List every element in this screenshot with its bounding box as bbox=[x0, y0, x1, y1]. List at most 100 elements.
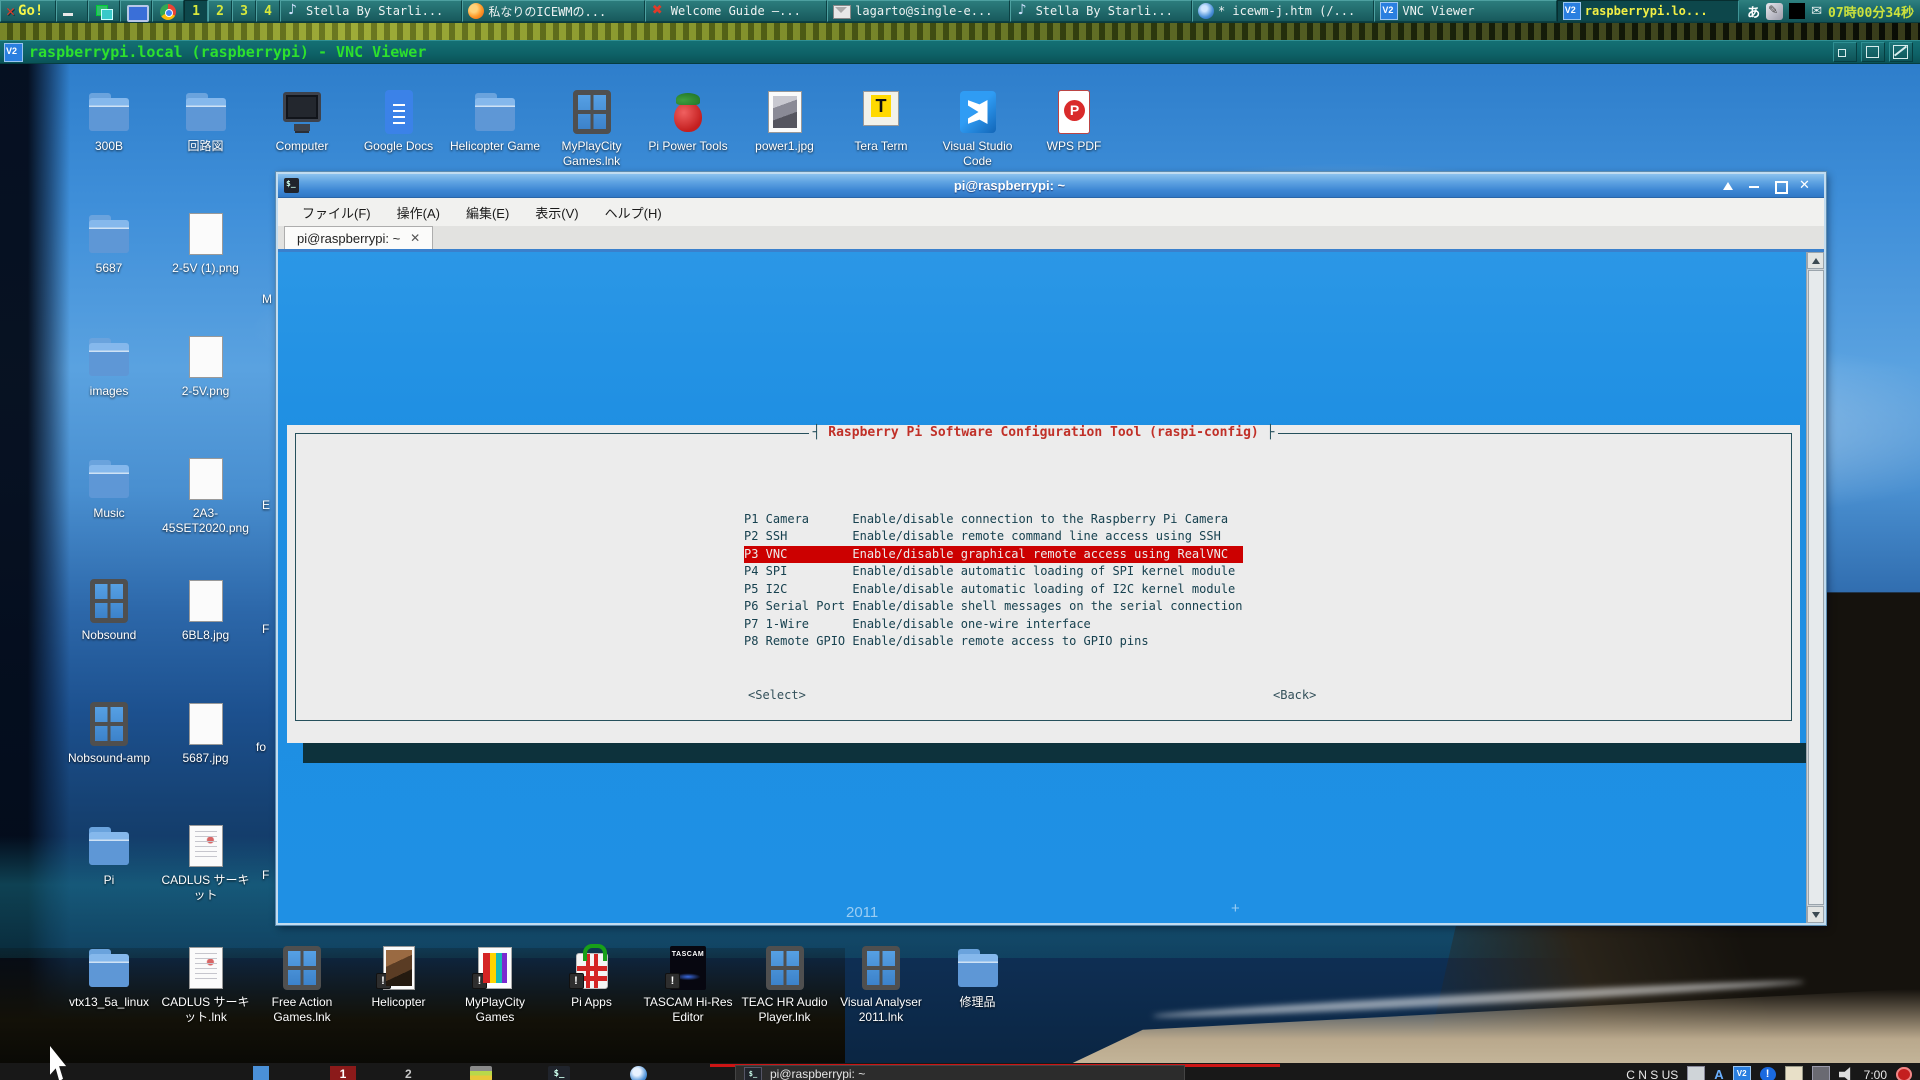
desktop-icon[interactable]: 修理品 bbox=[930, 944, 1026, 1010]
desktop-icon[interactable]: ! MyPlayCity Games bbox=[447, 944, 543, 1025]
clipboard-icon[interactable] bbox=[1785, 1066, 1803, 1080]
scroll-up-arrow[interactable] bbox=[1807, 252, 1824, 269]
notification-icon[interactable]: ! bbox=[1760, 1067, 1776, 1080]
raspi-menu-row[interactable]: P1 Camera Enable/disable connection to t… bbox=[744, 511, 1243, 529]
task-button[interactable]: Welcome Guide —... bbox=[645, 0, 827, 22]
ime-indicator[interactable]: あ bbox=[1747, 2, 1760, 21]
workspace-button[interactable]: 2 bbox=[208, 0, 232, 22]
tab-close-icon[interactable]: ✕ bbox=[410, 231, 420, 245]
desktop-icon[interactable]: ! TASCAM Hi-Res Editor bbox=[640, 944, 736, 1025]
desktop-icon[interactable]: Pi Power Tools bbox=[640, 88, 736, 154]
desktop-icon[interactable]: power1.jpg bbox=[737, 88, 833, 154]
back-button[interactable]: <Back> bbox=[1273, 688, 1316, 702]
desktop-icon[interactable]: 2-5V.png bbox=[158, 333, 254, 399]
desktop-icon[interactable]: images bbox=[61, 333, 157, 399]
raspi-menu-row[interactable]: P5 I2C Enable/disable automatic loading … bbox=[744, 581, 1243, 599]
chrome-icon[interactable] bbox=[152, 0, 184, 22]
desktop-icon[interactable]: Helicopter Game bbox=[447, 88, 543, 154]
maximize-button[interactable] bbox=[1861, 42, 1885, 62]
desktop-icon[interactable]: WPS PDF bbox=[1026, 88, 1122, 154]
terminal-launcher-icon[interactable]: $_ bbox=[548, 1066, 570, 1080]
browser-icon[interactable] bbox=[630, 1066, 647, 1080]
desktop-icon[interactable]: 回路図 bbox=[158, 88, 254, 154]
workspace-button[interactable]: 3 bbox=[232, 0, 256, 22]
show-desktop-icon[interactable] bbox=[56, 0, 88, 22]
minimize-button[interactable] bbox=[1833, 42, 1857, 62]
desktop-icon[interactable]: MyPlayCity Games.lnk bbox=[544, 88, 640, 169]
desktop-icon[interactable]: 2-5V (1).png bbox=[158, 210, 254, 276]
terminal-scrollbar[interactable] bbox=[1806, 252, 1824, 923]
menu-item[interactable]: 編集(E) bbox=[466, 203, 509, 222]
task-button[interactable]: VNC Viewer bbox=[1374, 0, 1556, 22]
raspi-menu-row[interactable]: P2 SSH Enable/disable remote command lin… bbox=[744, 528, 1243, 546]
desktop-icon[interactable]: Nobsound-amp bbox=[61, 700, 157, 766]
task-button[interactable]: 私なりのICEWMの... bbox=[462, 0, 644, 22]
raspi-menu-row[interactable]: P3 VNC Enable/disable graphical remote a… bbox=[744, 546, 1243, 564]
raspi-menu-row[interactable]: P7 1-Wire Enable/disable one-wire interf… bbox=[744, 616, 1243, 634]
desktop-icon[interactable]: Visual Studio Code bbox=[930, 88, 1026, 169]
shade-button[interactable] bbox=[1720, 178, 1736, 194]
desktop-icon[interactable]: Free Action Games.lnk bbox=[254, 944, 350, 1025]
workspace-2-button[interactable]: 2 bbox=[405, 1066, 412, 1080]
workspace-button[interactable]: 1 bbox=[184, 0, 208, 22]
terminal-titlebar[interactable]: pi@raspberrypi: ~ bbox=[278, 174, 1824, 198]
menu-item[interactable]: ファイル(F) bbox=[302, 203, 371, 222]
tray-black-icon[interactable] bbox=[1789, 3, 1805, 19]
desktop-icon[interactable]: Tera Term bbox=[833, 88, 929, 154]
desktop-icon[interactable]: Music bbox=[61, 455, 157, 521]
display-icon[interactable] bbox=[1687, 1066, 1705, 1080]
input-method-indicator[interactable]: A bbox=[1714, 1067, 1723, 1080]
task-button[interactable]: Stella By Starli... bbox=[1010, 0, 1192, 22]
task-button[interactable]: raspberrypi.lo... bbox=[1557, 0, 1739, 22]
desktop-icon[interactable]: Google Docs bbox=[351, 88, 447, 154]
task-button[interactable]: lagarto@single-e... bbox=[827, 0, 1009, 22]
terminal-content[interactable]: 2011 + Raspberry Pi Software Configurati… bbox=[278, 252, 1824, 923]
mail-icon[interactable]: ✉ bbox=[1811, 3, 1822, 19]
desktop-icon[interactable]: ! Pi Apps bbox=[544, 944, 640, 1010]
minimize-button[interactable] bbox=[1746, 178, 1762, 194]
desktop-icon[interactable]: 5687.jpg bbox=[158, 700, 254, 766]
window-list-icon[interactable] bbox=[88, 0, 120, 22]
desktop-icon[interactable]: 300B bbox=[61, 88, 157, 154]
desktop-icon[interactable]: 2A3-45SET2020.png bbox=[158, 455, 254, 536]
close-button[interactable] bbox=[1798, 178, 1814, 194]
power-icon[interactable] bbox=[1896, 1067, 1912, 1080]
monitor-icon[interactable] bbox=[120, 0, 152, 22]
desktop-icon[interactable]: CADLUS サーキット.lnk bbox=[158, 944, 254, 1025]
select-button[interactable]: <Select> bbox=[748, 688, 806, 702]
desktop-icon[interactable]: Nobsound bbox=[61, 577, 157, 643]
desktop-icon[interactable]: ! Helicopter bbox=[351, 944, 447, 1010]
close-button[interactable] bbox=[1889, 42, 1913, 62]
raspi-menu-row[interactable]: P4 SPI Enable/disable automatic loading … bbox=[744, 563, 1243, 581]
raspi-menu-row[interactable]: P6 Serial Port Enable/disable shell mess… bbox=[744, 598, 1243, 616]
remote-task-button[interactable]: $_ pi@raspberrypi: ~ bbox=[735, 1065, 1185, 1080]
terminal-tab[interactable]: pi@raspberrypi: ~ ✕ bbox=[284, 226, 433, 249]
vnc-server-icon[interactable]: V2 bbox=[1733, 1066, 1751, 1080]
tray-box-icon[interactable] bbox=[1812, 1066, 1830, 1080]
desktop-icon[interactable]: 6BL8.jpg bbox=[158, 577, 254, 643]
workspace-button[interactable]: 4 bbox=[256, 0, 280, 22]
scroll-down-arrow[interactable] bbox=[1807, 906, 1824, 923]
menu-item[interactable]: 操作(A) bbox=[397, 203, 440, 222]
desktop-icon[interactable]: CADLUS サーキット bbox=[158, 822, 254, 903]
maximize-button[interactable] bbox=[1772, 178, 1788, 194]
desktop-icon[interactable]: Visual Analyser 2011.lnk bbox=[833, 944, 929, 1025]
workspace-1-button[interactable]: 1 bbox=[330, 1066, 356, 1080]
scrollbar-thumb[interactable] bbox=[1808, 270, 1824, 905]
file-manager-icon[interactable] bbox=[470, 1066, 492, 1080]
desktop-icon[interactable]: Pi bbox=[61, 822, 157, 888]
task-button[interactable]: Stella By Starli... bbox=[280, 0, 462, 22]
volume-icon[interactable] bbox=[1839, 1067, 1855, 1080]
menu-item[interactable]: ヘルプ(H) bbox=[605, 203, 662, 222]
desktop-icon[interactable]: Computer bbox=[254, 88, 350, 154]
desktop-icon[interactable]: 5687 bbox=[61, 210, 157, 276]
desktop-icon[interactable]: vtx13_5a_linux bbox=[61, 944, 157, 1010]
menu-item[interactable]: 表示(V) bbox=[535, 203, 578, 222]
raspi-menu-row[interactable]: P8 Remote GPIO Enable/disable remote acc… bbox=[744, 633, 1243, 651]
start-button[interactable]: ✕ Go! bbox=[0, 0, 56, 22]
vnc-window-titlebar[interactable]: raspberrypi.local (raspberrypi) - VNC Vi… bbox=[0, 40, 1920, 64]
task-button[interactable]: * icewm-j.htm (/... bbox=[1192, 0, 1374, 22]
desktop-icon[interactable]: TEAC HR Audio Player.lnk bbox=[737, 944, 833, 1025]
pen-tool-icon[interactable] bbox=[1766, 3, 1783, 20]
remote-launcher-icon[interactable] bbox=[253, 1066, 269, 1080]
